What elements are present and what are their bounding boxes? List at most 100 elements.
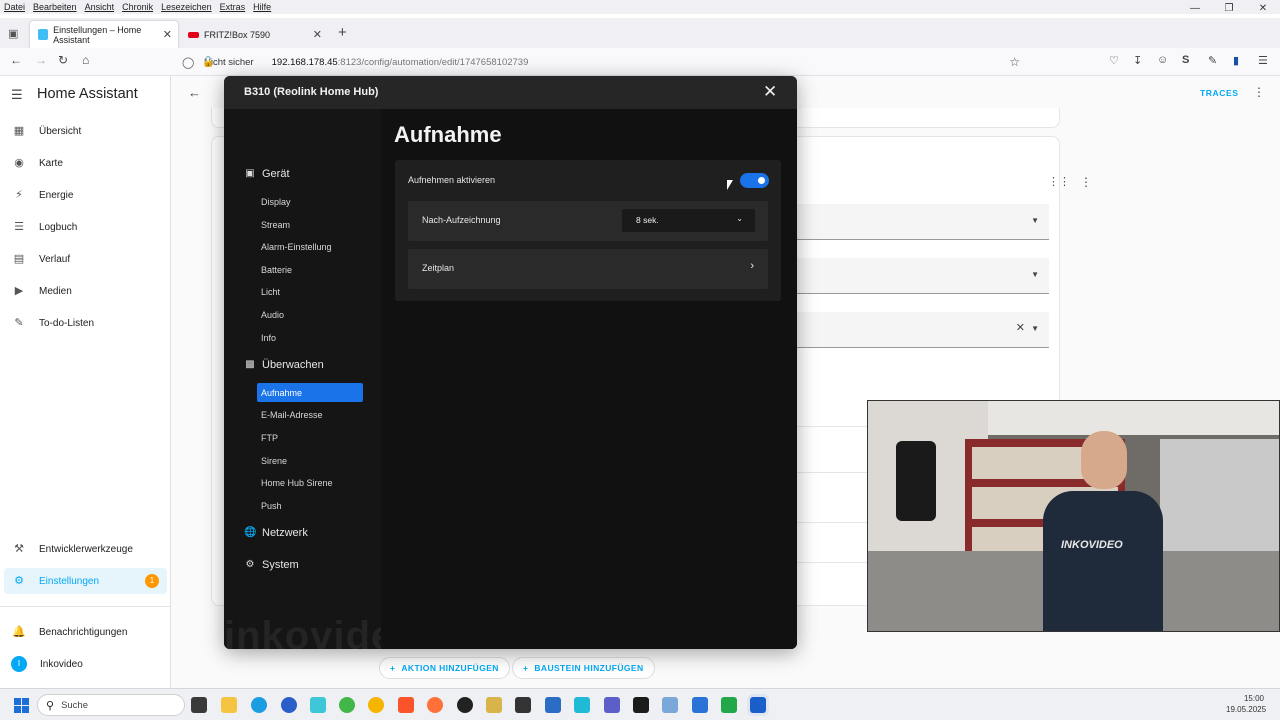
bitwarden-icon[interactable]: ▮ [1233,54,1239,67]
app-icon[interactable] [515,697,531,713]
bookmark-star-icon[interactable]: ☆ [1009,55,1020,69]
schedule-row[interactable]: Zeitplan › [408,249,768,289]
map-icon: ◉ [14,157,24,169]
tab-home-assistant[interactable]: Einstellungen – Home Assistant ✕ [30,21,178,48]
app-icon[interactable] [662,697,678,713]
sidebar-item-entwicklerwerkzeuge[interactable]: ⚒ Entwicklerwerkzeuge [4,536,167,562]
app-icon[interactable] [310,697,326,713]
clear-icon[interactable]: ✕ [1016,321,1025,334]
nav-item-email[interactable]: E-Mail-Adresse [257,405,363,424]
edge-icon[interactable] [251,697,267,713]
nav-group-ueberwachen[interactable]: ▩ Überwachen [244,359,324,371]
account-icon[interactable]: ☺ [1157,54,1168,66]
app-icon[interactable] [368,697,384,713]
app-icon[interactable] [486,697,502,713]
tab-overview-icon[interactable]: ▣ [8,27,18,40]
menu-hilfe[interactable]: Hilfe [253,2,271,12]
nav-item-audio[interactable]: Audio [257,305,363,324]
pocket-icon[interactable]: ♡ [1109,54,1119,67]
nav-item-alarm[interactable]: Alarm-Einstellung [257,237,363,256]
file-explorer-icon[interactable] [221,697,237,713]
nav-item-stream[interactable]: Stream [257,215,363,234]
menu-datei[interactable]: Datei [4,2,25,12]
add-block-button[interactable]: + BAUSTEIN HINZUFÜGEN [512,657,655,679]
app-icon[interactable] [457,697,473,713]
forward-icon[interactable]: → [35,53,47,67]
windows-start-icon[interactable] [14,698,29,713]
app-icon[interactable] [545,697,561,713]
app-icon[interactable] [574,697,590,713]
sidebar-item-medien[interactable]: ▶ Medien [4,278,167,304]
notification-badge: 1 [145,574,159,588]
address-bar[interactable]: ◯ 🔓 Nicht sicher 192.168.178.45 :8123/co… [176,51,1028,73]
tab-label: Einstellungen – Home Assistant [53,24,142,45]
clipboard-icon: ✎ [14,317,24,329]
overflow-menu-icon[interactable]: ⋮ [1253,85,1265,99]
card-menu-icon[interactable]: ⋮ [1080,175,1092,189]
close-tab-icon[interactable]: ✕ [313,28,322,41]
nav-group-netzwerk[interactable]: 🌐 Netzwerk [244,527,308,539]
app-icon[interactable] [633,697,649,713]
back-arrow-icon[interactable]: ← [188,85,201,100]
firefox-icon[interactable] [427,697,443,713]
app-icon[interactable] [281,697,297,713]
traces-button[interactable]: TRACES [1200,88,1239,98]
task-view-icon[interactable] [191,697,207,713]
tab-fritzbox[interactable]: FRITZ!Box 7590 ✕ [180,21,328,48]
menu-ansicht[interactable]: Ansicht [85,2,115,12]
menu-bearbeiten[interactable]: Bearbeiten [33,2,77,12]
sidebar-item-profile[interactable]: I Inkovideo [4,651,167,677]
sidebar-item-energie[interactable]: ⚡ Energie [4,182,167,208]
app-menu-icon[interactable]: ☰ [1258,54,1268,67]
menu-extras[interactable]: Extras [220,2,246,12]
post-record-select[interactable]: 8 sek. ⌄ [622,209,755,232]
home-icon[interactable]: ⌂ [82,53,89,67]
nav-item-ftp[interactable]: FTP [257,428,363,447]
sidebar-item-benachrichtigungen[interactable]: 🔔 Benachrichtigungen [4,619,167,645]
new-tab-button[interactable]: + [338,24,347,41]
drag-handle-icon[interactable]: ⋮⋮ [1048,175,1070,188]
teams-icon[interactable] [604,697,620,713]
nav-group-system[interactable]: ⚙ System [244,559,299,571]
minimize-icon[interactable]: — [1178,0,1212,18]
app-icon[interactable] [721,697,737,713]
sidebar-item-karte[interactable]: ◉ Karte [4,150,167,176]
close-window-icon[interactable]: ✕ [1246,0,1280,18]
nav-item-licht[interactable]: Licht [257,282,363,301]
nav-group-geraet[interactable]: ▣ Gerät [244,168,289,180]
record-enable-toggle[interactable] [740,173,769,188]
menu-chronik[interactable]: Chronik [122,2,153,12]
download-icon[interactable]: ↧ [1133,54,1142,67]
close-tab-icon[interactable]: ✕ [163,28,172,41]
app-icon[interactable] [692,697,708,713]
back-icon[interactable]: ← [10,53,22,67]
extensions-icon[interactable]: ✎ [1208,54,1217,67]
nav-item-aufnahme[interactable]: Aufnahme [257,383,363,402]
taskbar-clock[interactable]: 15:00 19.05.2025 [1226,693,1266,715]
sidebar-item-verlauf[interactable]: ▤ Verlauf [4,246,167,272]
nav-item-info[interactable]: Info [257,328,363,347]
close-icon[interactable]: ✕ [763,82,777,102]
taskbar-search[interactable]: ⚲ Suche [37,694,185,716]
restore-icon[interactable]: ❐ [1212,0,1246,18]
brave-icon[interactable] [398,697,414,713]
reload-icon[interactable]: ↻ [58,53,68,67]
reolink-icon[interactable] [750,697,766,713]
menu-icon[interactable]: ☰ [11,87,23,103]
sidebar-item-einstellungen[interactable]: ⚙ Einstellungen 1 [4,568,167,594]
nav-item-batterie[interactable]: Batterie [257,260,363,279]
app-icon[interactable] [339,697,355,713]
sidebar-item-todo[interactable]: ✎ To-do-Listen [4,310,167,336]
sidebar-item-logbuch[interactable]: ☰ Logbuch [4,214,167,240]
nav-item-sirene[interactable]: Sirene [257,451,363,470]
nav-item-home-hub-sirene[interactable]: Home Hub Sirene [257,473,363,492]
dialog-nav: inkovideo.de ▣ Gerät Display Stream Alar… [224,109,480,649]
menu-lesezeichen[interactable]: Lesezeichen [161,2,212,12]
sidebar-item-uebersicht[interactable]: ▦ Übersicht [4,118,167,144]
extension-s-icon[interactable]: S [1182,54,1189,66]
add-action-button[interactable]: + AKTION HINZUFÜGEN [379,657,510,679]
gear-icon: ⚙ [14,575,24,587]
nav-item-push[interactable]: Push [257,496,363,515]
schedule-label: Zeitplan [422,263,455,273]
nav-item-display[interactable]: Display [257,192,363,211]
